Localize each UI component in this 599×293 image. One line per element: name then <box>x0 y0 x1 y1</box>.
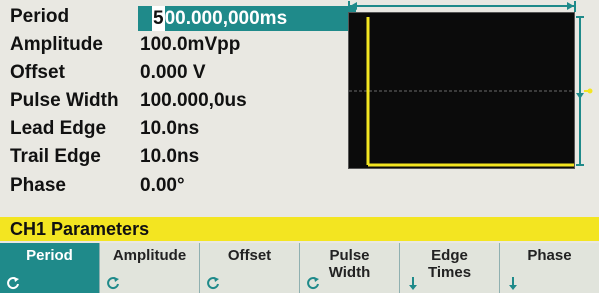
trail-edge-label: Trail Edge <box>10 146 101 167</box>
softkey-label: Offset <box>227 247 272 264</box>
softkey-label-line1: Edge <box>431 247 468 264</box>
offset-label: Offset <box>10 62 65 83</box>
softkey-label: Phase <box>527 247 572 264</box>
softkey-phase[interactable]: Phase <box>500 243 599 293</box>
softkey-offset[interactable]: Offset <box>200 243 300 293</box>
trail-edge-value: 10.0ns <box>140 146 200 167</box>
softkey-bar: Period Amplitude Offset Pulse Width Edge… <box>0 243 599 293</box>
pulse-width-label: Pulse Width <box>10 90 119 111</box>
amplitude-value: 100.0mVpp <box>140 34 241 55</box>
softkey-period[interactable]: Period <box>0 243 100 293</box>
offset-marker-icon <box>587 88 593 94</box>
rotate-knob-icon <box>307 277 319 290</box>
softkey-amplitude[interactable]: Amplitude <box>100 243 200 293</box>
rotate-knob-icon <box>207 277 219 290</box>
softkey-pulse-width[interactable]: Pulse Width <box>300 243 400 293</box>
phase-value: 0.00° <box>140 175 185 196</box>
rotate-knob-icon <box>7 277 19 290</box>
softkey-label: Amplitude <box>112 247 187 264</box>
waveform-display <box>348 12 575 169</box>
arrow-down-icon <box>409 277 417 290</box>
lead-edge-label: Lead Edge <box>10 118 107 139</box>
offset-value: 0.000 V <box>140 62 206 83</box>
softkey-label-line1: Pulse <box>329 247 370 264</box>
softkey-label: Period <box>26 247 73 264</box>
pulse-width-value: 100.000,0us <box>140 90 247 111</box>
period-marker <box>348 1 576 12</box>
arrow-down-icon <box>509 277 517 290</box>
period-value-field[interactable]: 500.000,000ms <box>138 6 356 31</box>
level-indicator <box>576 16 593 166</box>
waveform-plot <box>349 17 574 167</box>
lead-edge-value: 10.0ns <box>140 118 200 139</box>
period-value-rest: 00.000,000ms <box>164 8 288 29</box>
rotate-knob-icon <box>107 277 119 290</box>
period-label: Period <box>10 6 70 27</box>
softkey-edge-times[interactable]: Edge Times <box>400 243 500 293</box>
channel-header: CH1 Parameters <box>0 217 599 241</box>
phase-label: Phase <box>10 175 66 196</box>
amplitude-label: Amplitude <box>10 34 103 55</box>
digit-cursor[interactable]: 5 <box>152 6 165 31</box>
